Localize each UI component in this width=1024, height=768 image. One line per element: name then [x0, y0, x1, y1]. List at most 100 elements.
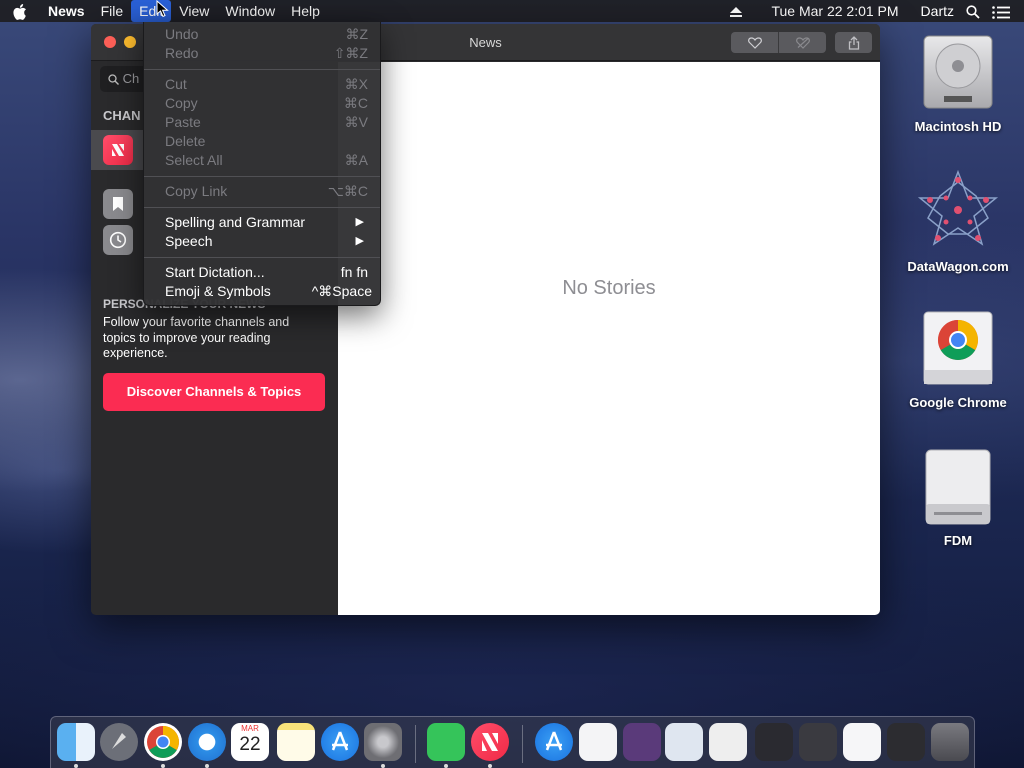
menu-item-copy: Copy ⌘C: [144, 94, 380, 113]
menu-bar: News File Edit View Window Help Tue Mar …: [0, 0, 1024, 22]
dock-notes-icon[interactable]: [277, 723, 315, 761]
menu-item-label: Start Dictation...: [165, 264, 265, 280]
dock-app-store-folder-icon[interactable]: [535, 723, 573, 761]
submenu-arrow-icon: ▶: [355, 235, 364, 247]
user-name[interactable]: Dartz: [915, 0, 960, 22]
clock-text[interactable]: Tue Mar 22 2:01 PM: [765, 0, 904, 22]
dock-calendar-icon[interactable]: MAR 22: [231, 723, 269, 761]
menu-item-label: Cut: [165, 76, 187, 92]
dock-safari-icon[interactable]: [188, 723, 226, 761]
chrome-drive-icon: [923, 311, 993, 385]
menu-item-label: Spelling and Grammar: [165, 214, 306, 230]
dock-launchpad-icon[interactable]: [100, 723, 138, 761]
channels-header: CHAN: [103, 108, 141, 123]
dock-news-icon[interactable]: [471, 723, 509, 761]
desktop-label: FDM: [943, 533, 973, 548]
clock-icon: [109, 231, 127, 249]
menu-item-speech[interactable]: Speech ▶: [144, 232, 380, 251]
running-indicator: [161, 764, 165, 768]
dock-window-thumbnail-icon[interactable]: [755, 723, 793, 761]
menu-separator: [144, 176, 380, 177]
edit-menu-dropdown: Undo ⌘Z Redo ⇧⌘Z Cut ⌘X Copy ⌘C Paste ⌘V…: [143, 22, 381, 306]
sidebar-item-saved[interactable]: [103, 189, 133, 219]
desktop-label: Google Chrome: [909, 395, 1007, 410]
desktop-label: DataWagon.com: [907, 259, 1009, 274]
dock-window-thumbnail-icon[interactable]: [887, 723, 925, 761]
no-stories-text: No Stories: [562, 277, 656, 299]
dock-window-thumbnail-icon[interactable]: [799, 723, 837, 761]
desktop-icon-fdm[interactable]: FDM: [898, 446, 1018, 548]
share-button[interactable]: [835, 32, 872, 53]
desktop-icon-macintosh-hd[interactable]: Macintosh HD: [898, 30, 1018, 134]
dock-system-preferences-icon[interactable]: [364, 723, 402, 761]
menu-window[interactable]: Window: [217, 0, 283, 22]
external-drive-icon: [925, 449, 991, 525]
dock-window-thumbnail-icon[interactable]: [623, 723, 661, 761]
datawagon-star-icon: [917, 169, 999, 246]
mouse-cursor-icon: [156, 0, 169, 18]
dock-window-thumbnail-icon[interactable]: [709, 723, 747, 761]
desktop-icon-datawagon[interactable]: DataWagon.com: [898, 168, 1018, 274]
menu-app-news[interactable]: News: [40, 0, 93, 22]
menu-item-label: Copy: [165, 95, 198, 111]
dock-trash-icon[interactable]: [931, 723, 969, 761]
dock-separator: [415, 725, 416, 763]
dock-app-store-icon[interactable]: [321, 723, 359, 761]
menu-shortcut: ⌘V: [344, 114, 368, 130]
menu-shortcut: ⌘C: [343, 95, 368, 111]
bookmark-icon: [113, 197, 123, 211]
search-icon: [108, 74, 119, 86]
menu-item-select-all: Select All ⌘A: [144, 151, 380, 170]
dock-download-file-icon[interactable]: [579, 723, 617, 761]
search-placeholder: Ch: [122, 71, 140, 86]
calendar-month: MAR: [241, 724, 259, 733]
personalize-text: Follow your favorite channels and topics…: [103, 315, 290, 360]
sidebar-item-history[interactable]: [103, 225, 133, 255]
menu-item-start-dictation[interactable]: Start Dictation... fn fn: [144, 263, 380, 282]
menu-item-delete: Delete: [144, 132, 380, 151]
notification-center-icon[interactable]: [986, 0, 1016, 22]
menu-item-label: Emoji & Symbols: [165, 283, 271, 299]
spotlight-search-icon[interactable]: [960, 0, 986, 22]
menu-item-cut: Cut ⌘X: [144, 75, 380, 94]
menu-item-label: Speech: [165, 233, 213, 249]
menu-item-label: Select All: [165, 152, 223, 168]
menu-item-emoji-symbols[interactable]: Emoji & Symbols ^⌘Space: [144, 282, 380, 301]
menu-item-label: Delete: [165, 133, 206, 149]
menu-item-copy-link: Copy Link ⌥⌘C: [144, 182, 380, 201]
running-indicator: [488, 764, 492, 768]
dock-chrome-icon[interactable]: [144, 723, 182, 761]
hard-drive-icon: [923, 35, 993, 109]
desktop-icon-google-chrome[interactable]: Google Chrome: [898, 308, 1018, 410]
dock-window-thumbnail-icon[interactable]: [665, 723, 703, 761]
dislike-button[interactable]: [779, 32, 826, 53]
menu-shortcut: ⌘Z: [345, 26, 368, 42]
discover-channels-button[interactable]: Discover Channels & Topics: [103, 373, 325, 411]
dock-facetime-icon[interactable]: [427, 723, 465, 761]
apple-menu-icon[interactable]: [0, 2, 40, 20]
broken-heart-icon: [795, 36, 810, 49]
dock-window-thumbnail-icon[interactable]: [843, 723, 881, 761]
menu-shortcut: ⇧⌘Z: [333, 45, 368, 61]
menu-view[interactable]: View: [171, 0, 217, 22]
eject-icon[interactable]: [723, 0, 749, 22]
menu-file[interactable]: File: [93, 0, 132, 22]
running-indicator: [205, 764, 209, 768]
heart-icon: [747, 36, 762, 49]
menu-item-label: Copy Link: [165, 183, 228, 199]
menu-item-spelling[interactable]: Spelling and Grammar ▶: [144, 213, 380, 232]
menu-shortcut: ^⌘Space: [311, 283, 372, 299]
menu-shortcut: ⌘X: [344, 76, 368, 92]
love-button[interactable]: [731, 32, 778, 53]
share-icon: [848, 35, 859, 50]
dock-finder-icon[interactable]: [57, 723, 95, 761]
running-indicator: [444, 764, 448, 768]
menu-item-paste: Paste ⌘V: [144, 113, 380, 132]
menu-shortcut: ⌘A: [344, 152, 368, 168]
news-app-icon: [103, 135, 133, 165]
menu-shortcut: ⌥⌘C: [327, 183, 368, 199]
menu-help[interactable]: Help: [283, 0, 328, 22]
desktop-label: Macintosh HD: [914, 119, 1002, 134]
calendar-day: 22: [239, 734, 261, 755]
menu-item-label: Paste: [165, 114, 201, 130]
